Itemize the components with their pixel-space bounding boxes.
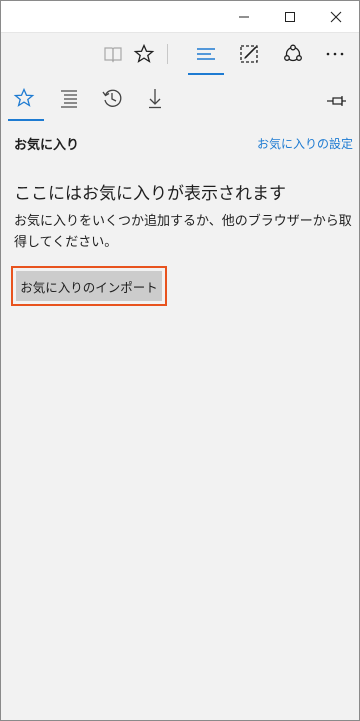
import-favorites-button[interactable]: お気に入りのインポート bbox=[16, 271, 162, 301]
empty-state-heading: ここにはお気に入りが表示されます bbox=[14, 184, 286, 204]
tab-history[interactable] bbox=[91, 77, 133, 123]
browser-toolbar bbox=[1, 32, 359, 76]
history-icon bbox=[102, 89, 122, 107]
toolbar-divider bbox=[167, 44, 168, 64]
maximize-button[interactable] bbox=[267, 1, 313, 32]
browser-hub-panel: お気に入り お気に入りの設定 ここにはお気に入りが表示されます お気に入りをいく… bbox=[0, 0, 360, 721]
empty-state-description: お気に入りをいくつか追加するか、他のブラウザーから取得してください。 bbox=[14, 214, 352, 250]
close-icon bbox=[330, 11, 342, 23]
downloads-icon bbox=[149, 89, 161, 109]
hub-active-indicator bbox=[188, 73, 224, 75]
share-button[interactable] bbox=[273, 33, 313, 76]
more-button[interactable] bbox=[315, 33, 355, 76]
web-note-icon bbox=[240, 45, 258, 63]
minimize-icon bbox=[239, 16, 249, 18]
add-favorite-button[interactable] bbox=[124, 33, 164, 76]
close-button[interactable] bbox=[313, 1, 359, 32]
reading-list-icon bbox=[61, 90, 77, 108]
more-icon bbox=[326, 52, 344, 56]
title-bar bbox=[1, 1, 359, 32]
favorite-star-icon bbox=[133, 43, 155, 63]
pin-pane-button[interactable] bbox=[325, 89, 349, 113]
pin-icon bbox=[327, 96, 346, 106]
import-button-highlight: お気に入りのインポート bbox=[11, 266, 167, 306]
tab-downloads[interactable] bbox=[134, 77, 176, 123]
favorites-active-indicator bbox=[8, 119, 44, 121]
favorites-settings-link[interactable]: お気に入りの設定 bbox=[257, 135, 353, 152]
tab-reading-list[interactable] bbox=[47, 77, 89, 123]
favorites-title: お気に入り bbox=[14, 138, 80, 153]
tab-favorites[interactable] bbox=[3, 77, 45, 123]
hub-icon bbox=[197, 48, 215, 60]
reading-view-icon bbox=[104, 47, 122, 63]
share-icon bbox=[284, 44, 302, 62]
hub-tabs bbox=[1, 77, 359, 123]
hub-button[interactable] bbox=[186, 33, 226, 76]
web-note-button[interactable] bbox=[229, 33, 269, 76]
maximize-icon bbox=[285, 12, 295, 22]
minimize-button[interactable] bbox=[221, 1, 267, 32]
favorites-icon bbox=[13, 87, 35, 107]
